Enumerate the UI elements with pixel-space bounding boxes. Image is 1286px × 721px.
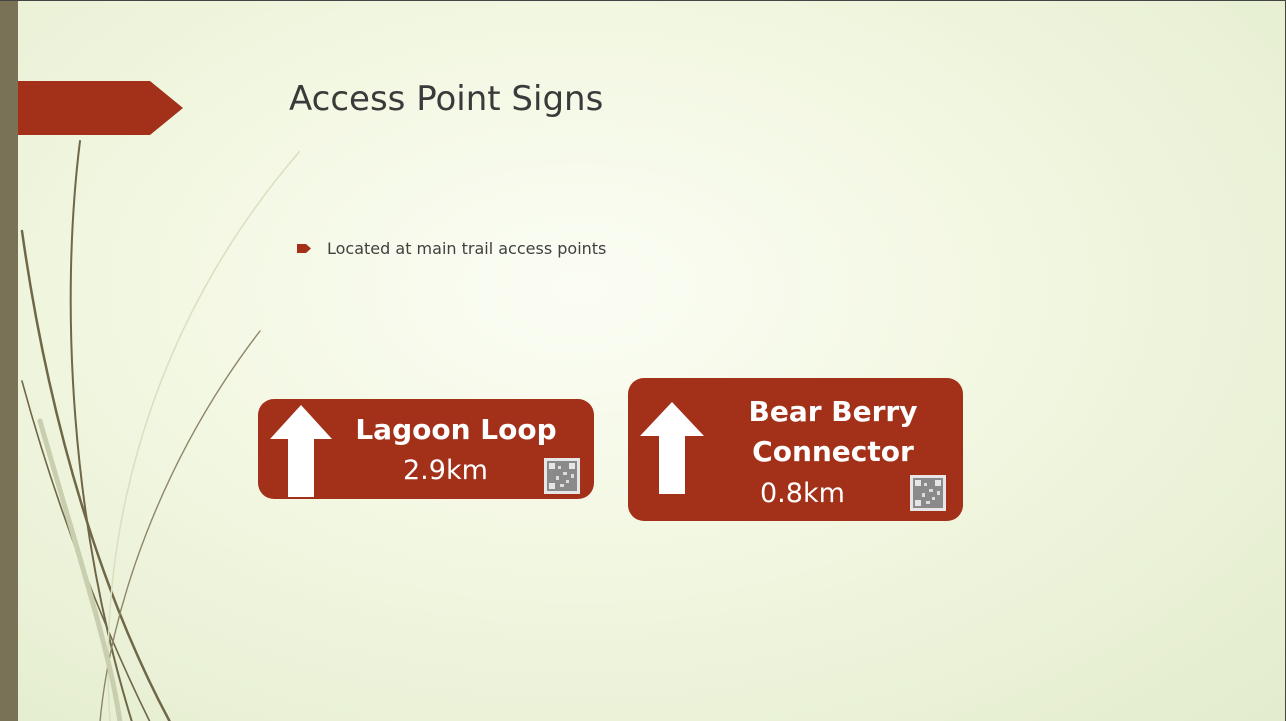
sign-distance: 0.8km: [760, 478, 845, 509]
arrow-up-icon: [640, 402, 704, 494]
sign-bear-berry-connector: Bear Berry Connector 0.8km: [628, 378, 963, 521]
bullet-arrow-icon: [297, 244, 311, 253]
sign-name: Lagoon Loop: [355, 413, 557, 446]
slide-title: Access Point Signs: [289, 79, 604, 119]
bullet-text: Located at main trail access points: [327, 239, 607, 258]
qr-code-icon: [910, 475, 946, 511]
bullet-item: Located at main trail access points: [297, 239, 606, 258]
sign-distance: 2.9km: [403, 455, 488, 486]
title-arrow-shape: [18, 81, 183, 135]
qr-code-icon: [544, 458, 580, 494]
sign-name-line-2: Connector: [752, 435, 914, 468]
sign-name-line-1: Bear Berry: [748, 395, 918, 428]
slide: Access Point Signs Located at main trail…: [0, 0, 1286, 721]
sign-name: Bear Berry Connector: [718, 392, 948, 472]
arrow-up-icon: [270, 405, 332, 497]
sign-lagoon-loop: Lagoon Loop 2.9km: [258, 399, 594, 499]
